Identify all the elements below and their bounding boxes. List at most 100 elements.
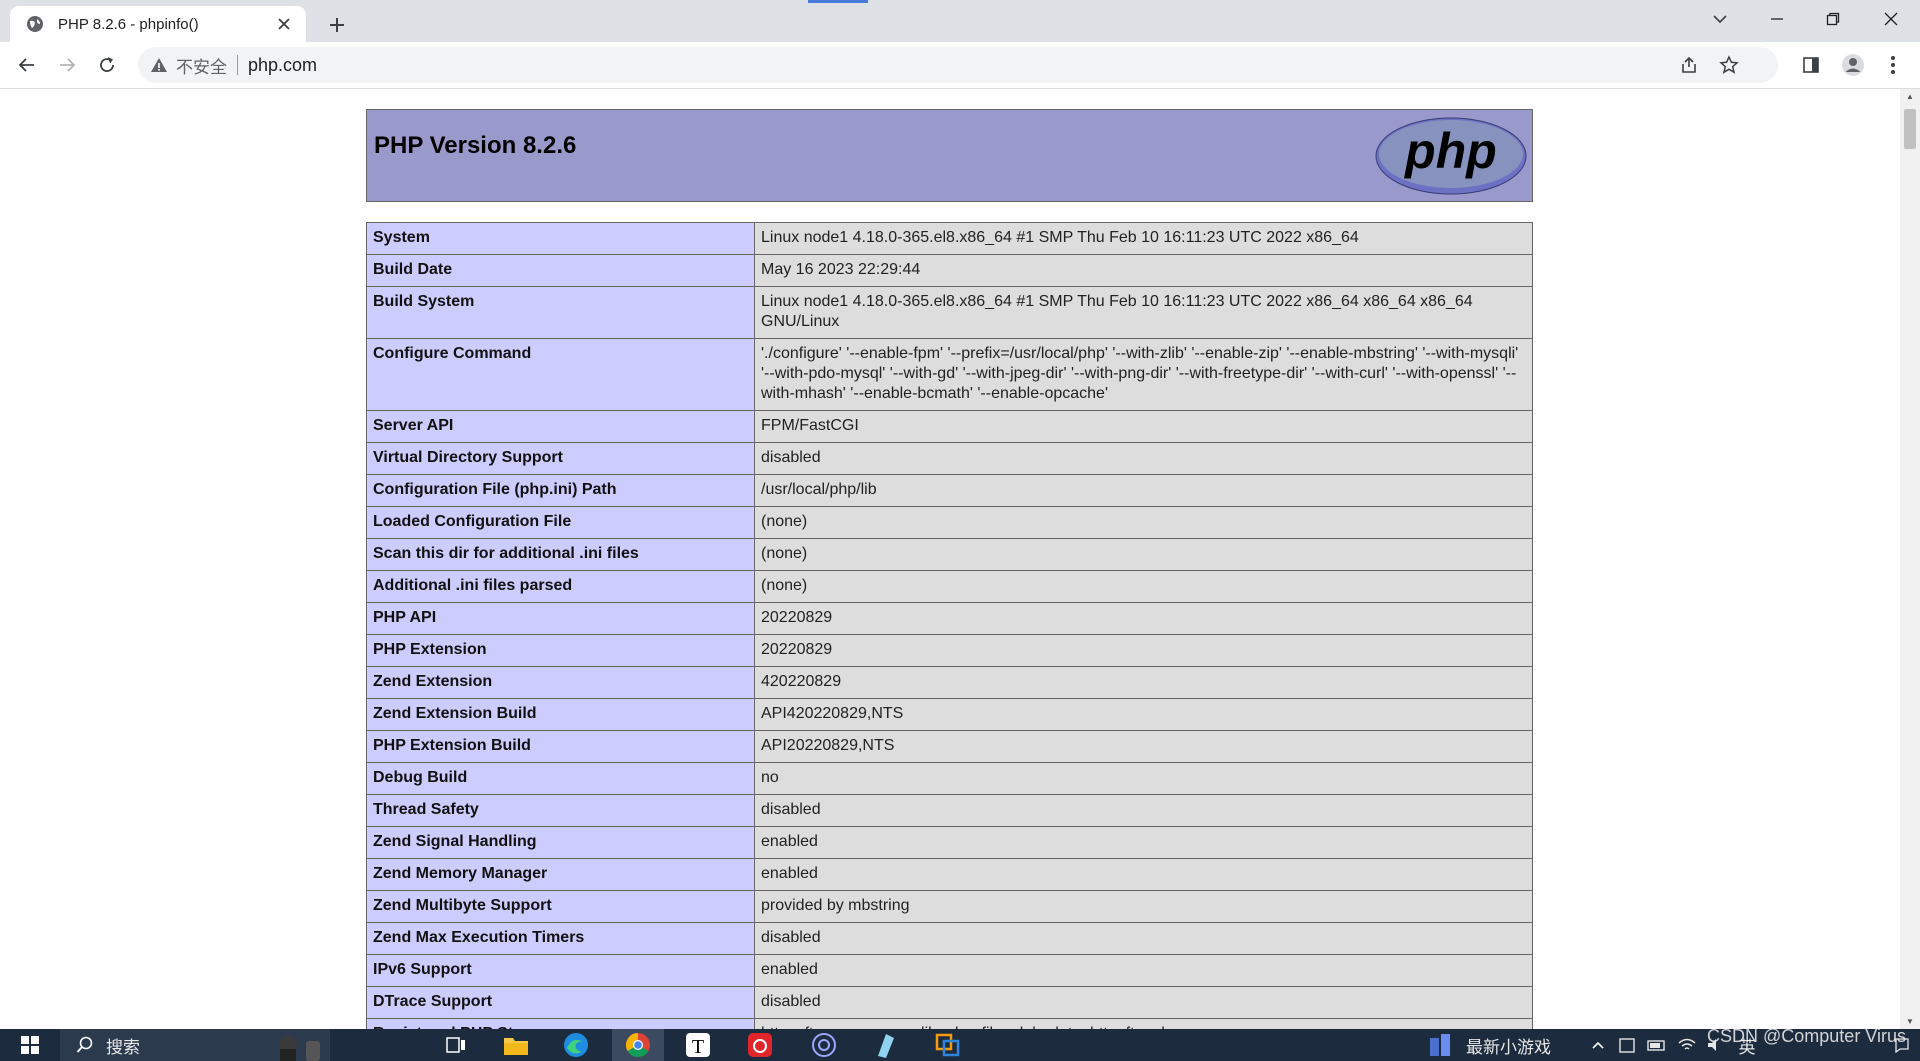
row-value: Linux node1 4.18.0-365.el8.x86_64 #1 SMP…	[754, 286, 1533, 339]
table-row: System Linux node1 4.18.0-365.el8.x86_64 …	[366, 222, 1533, 255]
row-key: Thread Safety	[366, 794, 755, 827]
minimize-icon	[1771, 18, 1783, 20]
back-button[interactable]	[12, 50, 42, 80]
taskbar-notes[interactable]	[866, 1029, 906, 1061]
taskbar-vmware[interactable]	[928, 1029, 968, 1061]
table-row: Additional .ini files parsed (none)	[366, 570, 1533, 603]
restore-button[interactable]	[1808, 0, 1858, 38]
notes-icon	[878, 1034, 894, 1058]
tray-wifi[interactable]	[1674, 1029, 1700, 1061]
table-row: Registered PHP Streamshttps, ftps, compr…	[366, 1018, 1533, 1029]
table-row: Zend Multibyte Support provided by mbstri…	[366, 890, 1533, 923]
taskbar-edge[interactable]	[556, 1029, 596, 1061]
watermark: CSDN @Computer Virus	[1707, 1026, 1906, 1046]
search-icon	[76, 1036, 93, 1053]
reload-icon	[100, 57, 114, 72]
forward-button[interactable]	[52, 50, 82, 80]
game-news-icon	[1430, 1034, 1450, 1056]
row-value: disabled	[754, 986, 1533, 1019]
page-viewport: PHP Version 8.2.6 php System Linux node1 …	[0, 89, 1900, 1029]
row-key: Build Date	[366, 254, 755, 287]
table-row: Virtual Directory Support disabled	[366, 442, 1533, 475]
row-value: API420220829,NTS	[754, 698, 1533, 731]
url-text[interactable]: php.com	[248, 55, 317, 76]
netease-music-icon	[748, 1033, 772, 1057]
tray-security[interactable]	[1614, 1029, 1640, 1061]
taskbar-netease-music[interactable]	[740, 1029, 780, 1061]
vertical-scrollbar[interactable]: ▲ ▼	[1900, 89, 1920, 1029]
scroll-thumb[interactable]	[1904, 109, 1916, 149]
windows-logo-icon	[21, 1036, 39, 1054]
row-key: PHP Extension Build	[366, 730, 755, 763]
scroll-up-arrow[interactable]: ▲	[1904, 91, 1916, 101]
tray-battery[interactable]	[1644, 1029, 1670, 1061]
taskbar-file-explorer[interactable]	[496, 1029, 536, 1061]
table-row: Configuration File (php.ini) Path/usr/lo…	[366, 474, 1533, 507]
chevron-up-icon	[1592, 1041, 1604, 1049]
row-value: https, ftps, compress.zlib, php, file, g…	[754, 1018, 1533, 1029]
row-value: provided by mbstring	[754, 890, 1533, 923]
bookmark-button[interactable]	[1718, 54, 1740, 76]
tray-chevron[interactable]	[1586, 1029, 1610, 1061]
task-view-button[interactable]	[436, 1029, 476, 1061]
minimize-button[interactable]	[1752, 0, 1802, 38]
row-key: Loaded Configuration File	[366, 506, 755, 539]
row-key: Virtual Directory Support	[366, 442, 755, 475]
vmware-icon	[935, 1033, 960, 1057]
row-key: Registered PHP Streams	[366, 1018, 755, 1029]
tab-search-button[interactable]	[1695, 0, 1745, 38]
svg-text:T: T	[692, 1036, 704, 1058]
browser-tab[interactable]: PHP 8.2.6 - phpinfo()	[10, 6, 306, 42]
share-button[interactable]	[1678, 54, 1700, 76]
menu-button[interactable]	[1878, 50, 1908, 80]
battery-icon	[1647, 1040, 1665, 1051]
row-value: enabled	[754, 858, 1533, 891]
row-key: Configuration File (php.ini) Path	[366, 474, 755, 507]
address-bar[interactable]: 不安全 php.com	[138, 47, 1778, 83]
row-key: Debug Build	[366, 762, 755, 795]
row-value: Linux node1 4.18.0-365.el8.x86_64 #1 SMP…	[754, 222, 1533, 255]
table-row: Server API FPM/FastCGI	[366, 410, 1533, 443]
circle-app-icon	[812, 1033, 836, 1057]
row-key: Zend Max Execution Timers	[366, 922, 755, 955]
news-label: 最新小游戏	[1466, 1037, 1551, 1057]
taskbar-search[interactable]: 搜索	[60, 1029, 330, 1061]
reload-button[interactable]	[92, 50, 122, 80]
php-logo[interactable]: php	[1375, 116, 1527, 196]
row-key: Zend Memory Manager	[366, 858, 755, 891]
scroll-down-arrow[interactable]: ▼	[1904, 1016, 1916, 1026]
row-key: Zend Extension Build	[366, 698, 755, 731]
news-widget[interactable]: 最新小游戏	[1428, 1029, 1588, 1061]
taskbar-typora[interactable]: T	[678, 1029, 718, 1061]
table-row: Build Date May 16 2023 22:29:44	[366, 254, 1533, 287]
tab-loading-indicator	[808, 0, 868, 3]
taskbar-app-circle[interactable]	[804, 1029, 844, 1061]
table-row: IPv6 Support enabled	[366, 954, 1533, 987]
new-tab-button[interactable]	[322, 10, 352, 40]
warning-icon[interactable]	[150, 56, 168, 74]
security-label[interactable]: 不安全	[176, 53, 227, 78]
more-vert-icon	[1891, 56, 1895, 74]
row-value: disabled	[754, 922, 1533, 955]
row-key: Build System	[366, 286, 755, 339]
close-window-button[interactable]	[1866, 0, 1916, 38]
side-panel-button[interactable]	[1796, 50, 1826, 80]
row-value: 20220829	[754, 602, 1533, 635]
start-button[interactable]	[12, 1029, 48, 1061]
plus-icon	[330, 18, 344, 32]
row-value: 420220829	[754, 666, 1533, 699]
table-row: PHP API 20220829	[366, 602, 1533, 635]
row-key: PHP API	[366, 602, 755, 635]
row-value: enabled	[754, 826, 1533, 859]
table-row: Zend Extension 420220829	[366, 666, 1533, 699]
table-row: Debug Build no	[366, 762, 1533, 795]
globe-icon	[27, 16, 43, 32]
row-key: DTrace Support	[366, 986, 755, 1019]
table-row: Loaded Configuration File (none)	[366, 506, 1533, 539]
close-tab-icon[interactable]	[272, 12, 296, 36]
profile-button[interactable]	[1838, 50, 1868, 80]
arrow-right-icon	[60, 58, 76, 72]
taskbar-chrome[interactable]	[612, 1029, 664, 1061]
row-value: enabled	[754, 954, 1533, 987]
chevron-down-icon	[1713, 15, 1727, 24]
